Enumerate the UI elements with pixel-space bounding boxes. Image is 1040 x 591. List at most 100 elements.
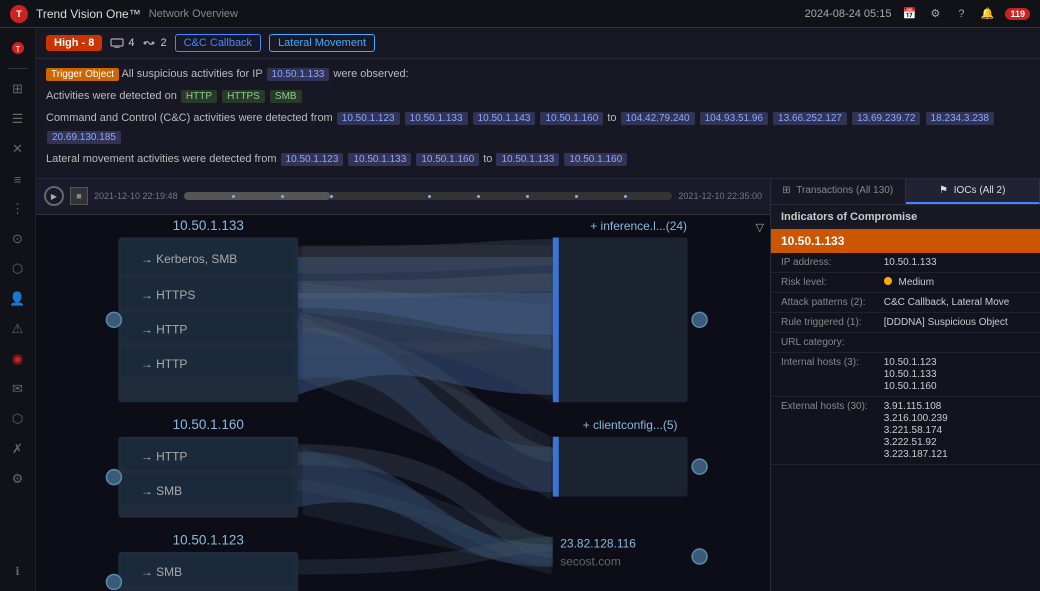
sidebar-icon-logo[interactable]: T — [6, 36, 30, 60]
sidebar-icon-users[interactable]: 👤 — [6, 287, 30, 311]
cnc-src-2: 10.50.1.133 — [405, 112, 468, 125]
threats-badge: 2 — [142, 37, 166, 49]
datetime-label: 2024-08-24 05:15 — [805, 8, 892, 20]
tab-iocs-label: IOCs (All 2) — [954, 185, 1006, 196]
ip-highlight-1: 10.50.1.133 — [267, 68, 330, 81]
left-sidebar: T ⊞ ☰ ✕ ≡ ⋮ ⊙ ⬡ 👤 ⚠ ◉ ✉ ⬡ ✗ ⚙ ℹ — [0, 28, 36, 591]
protocol-https: HTTPS — [222, 90, 265, 103]
internal-host-3: 10.50.1.160 — [884, 381, 1034, 392]
severity-badge: High - 8 — [46, 35, 102, 51]
cnc-dst-2: 104.93.51.96 — [700, 112, 768, 125]
alert-description: Trigger Object All suspicious activities… — [36, 59, 1040, 179]
notification-icon[interactable]: 🔔 — [979, 6, 995, 22]
trigger-label: Trigger Object — [46, 68, 119, 81]
monitor-icon — [110, 38, 124, 48]
sidebar-icon-menu[interactable]: ≡ — [6, 167, 30, 191]
svg-text:→ HTTPS: → HTTPS — [141, 288, 196, 302]
sidebar-icon-active[interactable]: ◉ — [6, 347, 30, 371]
sidebar-icon-network[interactable]: ⬡ — [6, 257, 30, 281]
rule-value: [DDDNA] Suspicious Object — [878, 312, 1040, 332]
tab-transactions[interactable]: ⊞ Transactions (All 130) — [771, 179, 906, 204]
svg-text:T: T — [15, 45, 20, 54]
ioc-icon: ⚑ — [939, 185, 948, 196]
url-label: URL category: — [771, 332, 878, 352]
external-host-list: 3.91.115.108 3.216.100.239 3.221.58.174 … — [884, 401, 1034, 460]
sidebar-icon-list[interactable]: ☰ — [6, 107, 30, 131]
tab-iocs[interactable]: ⚑ IOCs (All 2) — [906, 179, 1040, 204]
internal-host-list: 10.50.1.123 10.50.1.133 10.50.1.160 — [884, 357, 1034, 392]
threats-count: 2 — [160, 37, 166, 49]
svg-text:→ SMB: → SMB — [141, 565, 182, 579]
sidebar-icon-search[interactable]: ⊙ — [6, 227, 30, 251]
filter-icon[interactable]: ▽ — [756, 221, 764, 234]
sidebar-icon-filter[interactable]: ⋮ — [6, 197, 30, 221]
sidebar-icon-threat[interactable]: ⚠ — [6, 317, 30, 341]
sidebar-icon-close[interactable]: ✕ — [6, 137, 30, 161]
sidebar-icon-email[interactable]: ✉ — [6, 377, 30, 401]
stop-button[interactable]: ■ — [70, 187, 88, 205]
desc-line-2: Activities were detected on HTTP HTTPS S… — [46, 87, 1030, 107]
protocol-smb: SMB — [270, 90, 302, 103]
risk-text: Medium — [899, 277, 935, 288]
sidebar-icon-cross2[interactable]: ✗ — [6, 437, 30, 461]
svg-text:→ SMB: → SMB — [141, 484, 182, 498]
lateral-prefix-text: Lateral movement activities were detecte… — [46, 153, 280, 165]
lat-dst-2: 10.50.1.160 — [564, 153, 627, 166]
ext-host-4: 3.222.51.92 — [884, 437, 1034, 448]
timeline-track[interactable] — [184, 192, 673, 200]
cnc-src-4: 10.50.1.160 — [540, 112, 603, 125]
top-bar: T Trend Vision One™ Network Overview 202… — [0, 0, 1040, 28]
url-value — [878, 332, 1040, 352]
help-icon[interactable]: ? — [953, 6, 969, 22]
ioc-row-rule: Rule triggered (1): [DDDNA] Suspicious O… — [771, 312, 1040, 332]
top-bar-right: 2024-08-24 05:15 📅 ⚙ ? 🔔 119 — [805, 6, 1030, 22]
right-panel: ⊞ Transactions (All 130) ⚑ IOCs (All 2) … — [770, 179, 1040, 591]
ioc-row-ip: IP address: 10.50.1.133 — [771, 253, 1040, 273]
settings-icon[interactable]: ⚙ — [927, 6, 943, 22]
cnc-dst-3: 13.66.252.127 — [773, 112, 847, 125]
viz-area: ▶ ■ 2021-12-10 22:19:48 — [36, 179, 1040, 591]
sidebar-icon-gear[interactable]: ⚙ — [6, 467, 30, 491]
top-bar-left: T Trend Vision One™ Network Overview — [10, 5, 238, 23]
desc-text-2: were observed: — [333, 68, 408, 80]
activities-text: Activities were detected on — [46, 90, 180, 102]
notification-count: 119 — [1005, 8, 1030, 20]
ip-label: IP address: — [771, 253, 878, 273]
internal-host-1: 10.50.1.123 — [884, 357, 1034, 368]
content-area: High - 8 4 2 C&C Callback Lateral Moveme… — [36, 28, 1040, 591]
devices-badge: 4 — [110, 37, 134, 49]
ioc-row-attack: Attack patterns (2): C&C Callback, Later… — [771, 292, 1040, 312]
sidebar-icon-dashboard[interactable]: ⊞ — [6, 77, 30, 101]
cnc-dst-5: 18.234.3.238 — [926, 112, 994, 125]
ioc-row-risk: Risk level: Medium — [771, 272, 1040, 292]
ioc-selected-ip[interactable]: 10.50.1.133 — [771, 229, 1040, 253]
svg-text:10.50.1.123: 10.50.1.123 — [173, 533, 244, 548]
lateral-to-text: to — [483, 153, 495, 165]
app-subtitle: Network Overview — [149, 8, 238, 20]
ioc-row-url: URL category: — [771, 332, 1040, 352]
cnc-dst-4: 13.69.239.72 — [852, 112, 920, 125]
ioc-title: Indicators of Compromise — [771, 205, 1040, 229]
risk-value: Medium — [878, 272, 1040, 292]
alert-header: High - 8 4 2 C&C Callback Lateral Moveme… — [36, 28, 1040, 59]
ip-value: 10.50.1.133 — [878, 253, 1040, 273]
cnc-dst-1: 104.42.79.240 — [621, 112, 695, 125]
ext-host-3: 3.221.58.174 — [884, 425, 1034, 436]
play-button[interactable]: ▶ — [44, 186, 64, 206]
tab-transactions-label: Transactions (All 130) — [796, 185, 893, 196]
lat-src-2: 10.50.1.133 — [348, 153, 411, 166]
svg-text:10.50.1.133: 10.50.1.133 — [173, 218, 244, 233]
svg-text:10.50.1.160: 10.50.1.160 — [173, 417, 244, 432]
svg-text:23.82.128.116: 23.82.128.116 — [560, 537, 636, 551]
sankey-svg: 10.50.1.133 → Kerberos, SMB → HTTPS → HT… — [36, 215, 770, 591]
sidebar-icon-info[interactable]: ℹ — [6, 559, 30, 583]
cnc-src-3: 10.50.1.143 — [473, 112, 536, 125]
sidebar-icon-endpoint[interactable]: ⬡ — [6, 407, 30, 431]
calendar-icon[interactable]: 📅 — [901, 6, 917, 22]
devices-count: 4 — [128, 37, 134, 49]
desc-text-1: All suspicious activities for IP — [121, 68, 265, 80]
sidebar-divider-1 — [8, 68, 28, 69]
attack-label: Attack patterns (2): — [771, 292, 878, 312]
risk-indicator — [884, 277, 892, 285]
table-icon: ⊞ — [782, 185, 790, 196]
